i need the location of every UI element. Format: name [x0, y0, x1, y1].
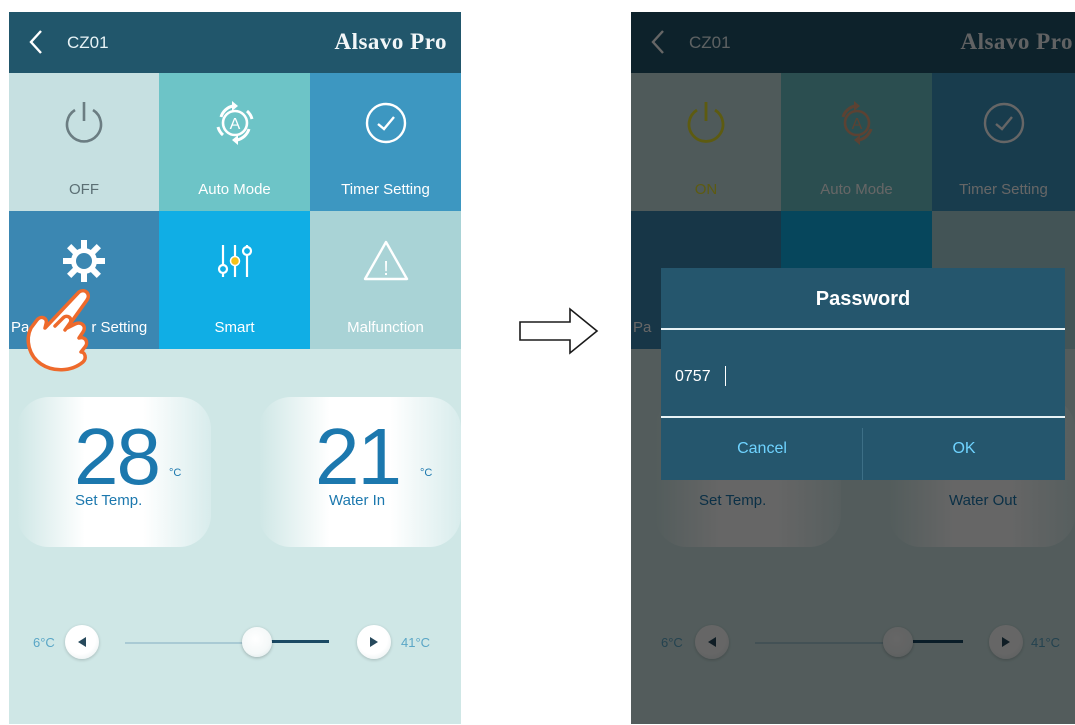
auto-mode-tile[interactable]: A Auto Mode	[781, 73, 932, 211]
temp-slider: 6°C 41°C	[9, 617, 461, 667]
slider-max-label: 41°C	[1031, 635, 1061, 650]
gear-icon	[63, 240, 105, 282]
left-triangle-icon	[708, 637, 716, 647]
malfunction-tile[interactable]: ! Malfunction	[310, 211, 461, 349]
device-name: CZ01	[689, 33, 731, 52]
power-icon	[687, 102, 725, 143]
decrease-button[interactable]	[65, 625, 99, 659]
auto-mode-label: Auto Mode	[198, 181, 271, 198]
warning-icon: !	[363, 240, 408, 281]
slider-track-filled	[271, 640, 329, 643]
decrease-button[interactable]	[695, 625, 729, 659]
water-temp-card: 21 °C Water In	[259, 397, 461, 547]
water-temp-label: Water In	[329, 492, 386, 509]
password-screen: CZ01 Alsavo Pro ON A Auto Mode Timer Set…	[631, 12, 1075, 724]
power-tile[interactable]: ON	[631, 73, 781, 211]
cancel-button[interactable]: Cancel	[661, 418, 863, 480]
slider-min-label: 6°C	[33, 635, 55, 650]
increase-button[interactable]	[357, 625, 391, 659]
right-triangle-icon	[1002, 637, 1010, 647]
sliders-icon	[217, 245, 252, 277]
power-icon	[65, 102, 103, 143]
smart-label: Smart	[214, 319, 255, 336]
set-temp-unit: °C	[169, 467, 182, 479]
password-dialog: Password Cancel OK	[661, 268, 1065, 480]
svg-text:!: !	[383, 258, 389, 280]
device-name: CZ01	[67, 33, 109, 52]
timer-setting-label: Timer Setting	[959, 181, 1048, 198]
set-temp-label: Set Temp.	[75, 492, 143, 509]
water-temp-unit: °C	[420, 467, 433, 479]
set-temp-value: 28	[74, 412, 161, 501]
password-input[interactable]	[675, 364, 1055, 390]
dialog-title: Password	[815, 288, 911, 310]
slider-thumb[interactable]	[883, 627, 913, 657]
power-label: OFF	[69, 181, 99, 198]
timer-setting-label: Timer Setting	[341, 181, 430, 198]
clock-icon	[365, 102, 406, 144]
ok-button[interactable]: OK	[863, 418, 1065, 480]
left-triangle-icon	[78, 637, 86, 647]
back-chevron-icon[interactable]	[27, 27, 47, 57]
tap-hand-icon	[26, 288, 91, 372]
right-triangle-icon	[370, 637, 378, 647]
slider-min-label: 6°C	[661, 635, 683, 650]
svg-text:A: A	[851, 116, 862, 133]
auto-mode-icon: A	[841, 101, 872, 145]
water-temp-value: 21	[315, 412, 402, 501]
set-temp-card[interactable]: 28 °C Set Temp.	[17, 397, 211, 547]
right-arrow-icon	[519, 307, 599, 355]
brand-title: Alsavo Pro	[334, 29, 447, 54]
slider-max-label: 41°C	[401, 635, 431, 650]
brand-title: Alsavo Pro	[960, 29, 1073, 54]
water-out-label: Water Out	[949, 492, 1017, 509]
increase-button[interactable]	[989, 625, 1023, 659]
slider-track[interactable]	[125, 642, 257, 644]
power-tile[interactable]: OFF	[9, 73, 159, 211]
smart-tile[interactable]: Smart	[159, 211, 310, 349]
slider-track-filled	[913, 640, 963, 643]
power-label: ON	[694, 181, 718, 198]
set-temp-label: Set Temp.	[699, 492, 767, 509]
auto-mode-label: Auto Mode	[820, 181, 893, 198]
svg-text:A: A	[229, 116, 240, 133]
main-screen: CZ01 Alsavo Pro OFF A Auto Mode Timer Se…	[9, 12, 461, 724]
back-chevron-icon[interactable]	[649, 27, 669, 57]
slider-thumb[interactable]	[242, 627, 272, 657]
clock-icon	[983, 102, 1024, 144]
temp-slider: 6°C 41°C	[631, 617, 1075, 667]
timer-setting-tile[interactable]: Timer Setting	[932, 73, 1075, 211]
app-header: CZ01 Alsavo Pro	[9, 12, 461, 73]
text-caret	[725, 366, 726, 386]
app-header: CZ01 Alsavo Pro	[631, 12, 1075, 73]
auto-mode-icon: A	[216, 101, 253, 145]
timer-setting-tile[interactable]: Timer Setting	[310, 73, 461, 211]
auto-mode-tile[interactable]: A Auto Mode	[159, 73, 310, 211]
slider-track[interactable]	[755, 642, 883, 644]
malfunction-label: Malfunction	[347, 319, 424, 336]
dialog-divider-top	[661, 328, 1065, 330]
